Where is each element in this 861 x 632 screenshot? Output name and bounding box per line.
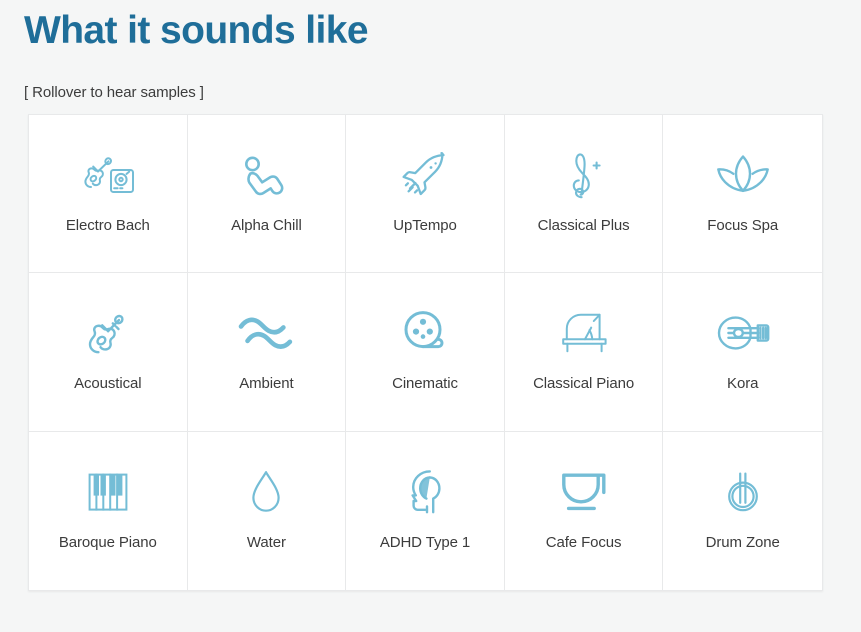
sound-sample-cell[interactable]: Focus Spa — [663, 115, 822, 274]
sound-sample-cell[interactable]: Baroque Piano — [29, 431, 188, 590]
sound-sample-label: Kora — [727, 375, 759, 393]
film-reel-icon — [395, 305, 455, 361]
head-brain-icon — [395, 464, 455, 520]
sound-sample-cell[interactable]: Cinematic — [346, 273, 505, 432]
lotus-flower-icon — [713, 147, 773, 203]
sound-sample-label: Drum Zone — [705, 533, 780, 551]
double-wave-icon — [236, 305, 296, 361]
sound-sample-label: Water — [246, 533, 286, 551]
sound-sample-cell[interactable]: Acoustical — [29, 273, 188, 432]
sound-sample-label: Alpha Chill — [231, 217, 302, 234]
sound-sample-label: ADHD Type 1 — [379, 533, 471, 551]
sound-sample-cell[interactable]: Alpha Chill — [187, 115, 347, 274]
grand-piano-icon — [554, 305, 614, 361]
sound-sample-label: Baroque Piano — [58, 533, 157, 551]
sound-sample-label: Ambient — [239, 375, 294, 393]
sound-sample-cell[interactable]: Electro Bach — [29, 115, 188, 274]
sound-sample-label: Focus Spa — [707, 217, 779, 234]
coffee-cup-icon — [554, 464, 614, 520]
sound-sample-cell[interactable]: Cafe Focus — [504, 431, 664, 590]
rollover-hint: [ Rollover to hear samples ] — [24, 84, 204, 101]
sound-sample-label: Cafe Focus — [545, 533, 622, 551]
lute-icon — [713, 305, 773, 361]
violin-turntable-icon — [78, 147, 138, 203]
sound-sample-cell[interactable]: Classical Piano — [504, 273, 664, 432]
page-title: What it sounds like — [24, 9, 369, 52]
acoustic-guitar-icon — [78, 305, 138, 361]
sound-sample-cell[interactable]: UpTempo — [346, 115, 505, 274]
sound-sample-label: Acoustical — [74, 375, 142, 393]
rocket-icon — [395, 147, 455, 203]
sound-sample-cell[interactable]: Water — [187, 431, 347, 590]
sound-sample-cell[interactable]: Kora — [663, 273, 822, 432]
sound-sample-label: UpTempo — [393, 217, 457, 234]
sound-samples-page: What it sounds like [ Rollover to hear s… — [0, 0, 861, 632]
treble-clef-plus-icon — [554, 147, 614, 203]
sound-sample-grid: Electro Bach Alpha Chill UpTempo Classic… — [28, 114, 823, 591]
drum-icon — [713, 464, 773, 520]
water-droplet-icon — [236, 464, 296, 520]
sound-sample-label: Electro Bach — [65, 217, 150, 234]
piano-keys-icon — [78, 464, 138, 520]
sound-sample-cell[interactable]: Drum Zone — [663, 431, 822, 590]
sound-sample-cell[interactable]: Classical Plus — [504, 115, 664, 274]
reclining-person-icon — [236, 147, 296, 203]
sound-sample-cell[interactable]: Ambient — [187, 273, 347, 432]
sound-sample-cell[interactable]: ADHD Type 1 — [346, 431, 505, 590]
sound-sample-label: Classical Piano — [533, 375, 635, 393]
sound-sample-label: Classical Plus — [537, 217, 630, 234]
sound-sample-label: Cinematic — [392, 375, 458, 393]
